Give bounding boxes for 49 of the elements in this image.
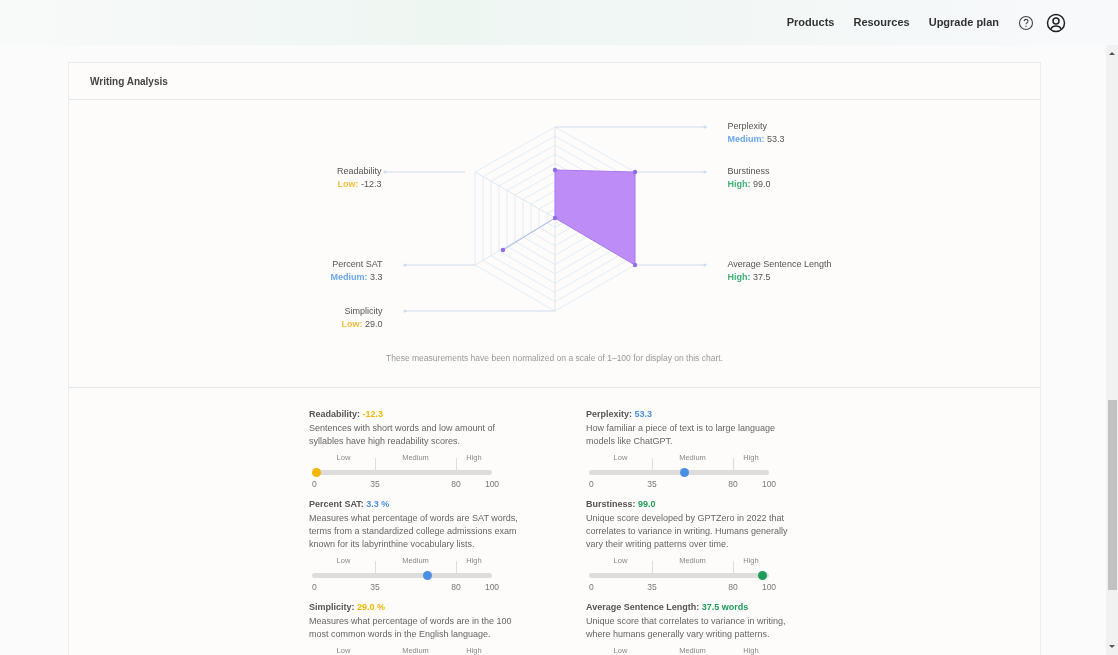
- axis-value: Low: -12.3: [336, 178, 382, 191]
- metric-description: Unique score developed by GPTZero in 2022 that correlates to variance in writing. Humans generally vary their writing patterns over time.: [586, 511, 789, 551]
- chart-note: These measurements have been normalized on a scale of 1–100 for display on this chart.: [69, 352, 1040, 388]
- scale-tick: 0: [589, 477, 594, 491]
- nav-link[interactable]: Products: [786, 14, 835, 31]
- scale-tick: 100: [761, 580, 777, 594]
- axis-name: Perplexity: [727, 120, 768, 133]
- scale-tick: 80: [728, 477, 738, 491]
- axis-value: High: 99.0: [727, 178, 771, 191]
- nav-link[interactable]: Upgrade plan: [928, 14, 999, 31]
- nav-link[interactable]: Resources: [853, 14, 910, 31]
- axis-name: Percent SAT: [331, 258, 383, 271]
- user-avatar-icon[interactable]: [1046, 12, 1066, 33]
- scale-tick: 80: [451, 580, 461, 594]
- card-title: Writing Analysis: [90, 74, 168, 89]
- scale-tick: 35: [647, 580, 657, 594]
- metric-description: Sentences with short words and low amount of syllables have high readability scores.: [309, 421, 497, 448]
- scrollbar[interactable]: [1106, 45, 1118, 655]
- metric-description: Measures what percentage of words are SAT words, terms from a standardized college admissions exam known for its labyrinthine vocabulary lists.: [309, 511, 519, 551]
- metric-title: Readability: -12.3: [309, 407, 385, 420]
- scale-tick: 0: [312, 580, 317, 594]
- scrollbar-thumb[interactable]: [1108, 400, 1117, 590]
- axis-name: Simplicity: [343, 305, 383, 318]
- scale-tick: 35: [370, 580, 380, 594]
- scale-tick: 0: [312, 477, 317, 491]
- axis-value: Medium: 53.3: [727, 133, 785, 146]
- scale-tick: 35: [370, 477, 380, 491]
- metric-title: Burstiness: 99.0: [586, 497, 657, 510]
- scale-tick: 80: [451, 477, 461, 491]
- scale-tick: 0: [589, 580, 594, 594]
- scale-tick: 100: [484, 477, 500, 491]
- metric-title: Simplicity: 29.0 %: [309, 600, 387, 613]
- axis-name: Average Sentence Length: [727, 258, 832, 271]
- metric-description: Unique score that correlates to variance in writing, where humans generally vary writing patterns.: [586, 614, 787, 641]
- metric-description: Measures what percentage of words are in the 100 most common words in the English language.: [309, 614, 513, 641]
- help-icon[interactable]: [1018, 14, 1034, 31]
- axis-name: Burstiness: [727, 165, 771, 178]
- metric-title: Average Sentence Length: 37.5 words: [586, 600, 750, 613]
- metric-title: Percent SAT: 3.3 %: [309, 497, 391, 510]
- axis-name: Readability: [336, 165, 382, 178]
- axis-value: Low: 29.0: [341, 318, 383, 331]
- axis-value: Medium: 3.3: [330, 271, 383, 284]
- scale-tick: 35: [647, 477, 657, 491]
- scale-tick: 100: [484, 580, 500, 594]
- axis-value: High: 37.5: [727, 271, 772, 284]
- metric-title: Perplexity: 53.3: [586, 407, 654, 420]
- scale-tick: 80: [728, 580, 738, 594]
- scale-tick: 100: [761, 477, 777, 491]
- metric-description: How familiar a piece of text is to large language models like ChatGPT.: [586, 421, 777, 448]
